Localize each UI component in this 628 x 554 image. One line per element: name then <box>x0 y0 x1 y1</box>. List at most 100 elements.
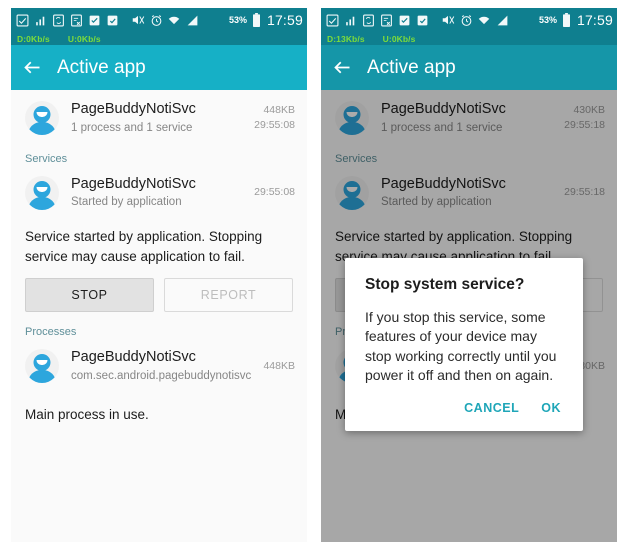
upload-speed-label: U:0Kb/s <box>67 33 101 44</box>
dialog-actions: CANCEL OK <box>365 385 563 425</box>
services-section-label: Services <box>335 152 378 165</box>
process-row-meta: 448KB <box>257 359 295 375</box>
service-row-meta: 29:55:18 <box>558 185 605 201</box>
checkbox-icon <box>15 13 29 27</box>
alarm-icon <box>459 13 473 27</box>
wifi-icon <box>167 13 181 27</box>
service-subtitle-label: Started by application <box>381 196 492 209</box>
service-row[interactable]: PageBuddyNotiSvc Started by application … <box>321 169 617 222</box>
net-speed-strip-right: D:13Kb/s U:0Kb/s <box>321 32 617 45</box>
app-summary-meta: 448KB 29:55:08 <box>248 103 295 135</box>
sync-disabled-icon <box>69 13 83 27</box>
sync-icon <box>51 13 65 27</box>
status-bar-icons-left <box>15 13 229 27</box>
clipboard-check-icon <box>87 13 101 27</box>
service-uptime-label: 29:55:18 <box>564 185 605 198</box>
battery-icon <box>560 13 574 27</box>
status-bar-clock: 17:59 <box>576 12 613 28</box>
service-name-label: PageBuddyNotiSvc <box>381 175 506 192</box>
app-summary-text: PageBuddyNotiSvc 1 process and 1 service <box>59 100 248 137</box>
service-subtitle-label: Started by application <box>71 196 182 209</box>
report-button[interactable]: REPORT <box>164 278 293 313</box>
process-note-text: Main process in use. <box>25 406 149 422</box>
app-avatar-icon <box>25 101 59 136</box>
download-speed-label: D:0Kb/s <box>17 33 50 44</box>
battery-icon <box>250 13 264 27</box>
app-summary-meta: 430KB 29:55:18 <box>558 103 605 135</box>
sync-icon <box>361 13 375 27</box>
clipboard-check-icon <box>397 13 411 27</box>
ok-button[interactable]: OK <box>541 401 561 415</box>
process-row-text: PageBuddyNotiSvc com.sec.android.pagebud… <box>59 348 257 385</box>
dialog-title: Stop system service? <box>365 276 525 293</box>
service-row[interactable]: PageBuddyNotiSvc Started by application … <box>11 169 307 222</box>
service-row-meta: 29:55:08 <box>248 185 295 201</box>
back-arrow-icon[interactable] <box>331 57 353 79</box>
cellular-signal-icon <box>185 13 199 27</box>
content-right: PageBuddyNotiSvc 1 process and 1 service… <box>321 90 617 542</box>
process-name-label: PageBuddyNotiSvc <box>71 349 196 366</box>
phone-panel-right: 53% 17:59 D:13Kb/s U:0Kb/s Active app Pa… <box>321 8 617 542</box>
app-subtitle-label: 1 process and 1 service <box>71 121 193 134</box>
app-uptime-label: 29:55:08 <box>254 119 295 132</box>
status-bar-right-right: 53% 17:59 <box>539 12 613 28</box>
cellular-signal-icon <box>495 13 509 27</box>
battery-percent-label: 53% <box>538 15 557 25</box>
status-bar-left: 53% 17:59 <box>11 8 307 32</box>
app-size-label: 430KB <box>573 103 605 116</box>
signal-bars-icon <box>33 13 47 27</box>
processes-section-label: Processes <box>25 326 77 339</box>
app-bar-right: Active app <box>321 45 617 90</box>
process-avatar-icon <box>25 349 59 384</box>
page-title: Active app <box>367 56 456 78</box>
service-avatar-icon <box>335 175 369 210</box>
checkbox-icon <box>325 13 339 27</box>
phone-panel-left: 53% 17:59 D:0Kb/s U:0Kb/s Active app Pag… <box>11 8 307 542</box>
app-bar-left: Active app <box>11 45 307 90</box>
app-summary-text: PageBuddyNotiSvc 1 process and 1 service <box>369 100 558 137</box>
app-avatar-icon <box>335 101 369 136</box>
screenshot-stage: 53% 17:59 D:0Kb/s U:0Kb/s Active app Pag… <box>0 0 628 554</box>
mute-icon <box>441 13 455 27</box>
service-avatar-icon <box>25 175 59 210</box>
net-speed-strip-left: D:0Kb/s U:0Kb/s <box>11 32 307 45</box>
status-bar-icons-right <box>325 13 539 27</box>
status-bar-clock: 17:59 <box>266 12 303 28</box>
stop-service-dialog: Stop system service? If you stop this se… <box>345 258 583 432</box>
services-section-label: Services <box>25 152 68 165</box>
clipboard-sync-icon <box>105 13 119 27</box>
service-row-text: PageBuddyNotiSvc Started by application <box>59 175 248 212</box>
app-uptime-label: 29:55:18 <box>564 119 605 132</box>
app-name-label: PageBuddyNotiSvc <box>71 101 196 117</box>
service-actions: STOP REPORT <box>11 268 307 316</box>
sync-disabled-icon <box>379 13 393 27</box>
back-arrow-icon[interactable] <box>21 57 43 79</box>
app-name-label: PageBuddyNotiSvc <box>381 101 506 117</box>
content-left: PageBuddyNotiSvc 1 process and 1 service… <box>11 90 307 542</box>
page-title: Active app <box>57 56 146 78</box>
process-package-label: com.sec.android.pagebuddynotisvc <box>71 370 252 382</box>
cancel-button[interactable]: CANCEL <box>464 401 519 415</box>
signal-bars-icon <box>343 13 357 27</box>
dialog-message: If you stop this service, some features … <box>365 309 557 383</box>
service-note-text: Service started by application. Stopping… <box>25 229 263 264</box>
upload-speed-label: U:0Kb/s <box>382 33 416 44</box>
status-bar-right-left: 53% 17:59 <box>229 12 303 28</box>
app-subtitle-label: 1 process and 1 service <box>381 121 503 134</box>
alarm-icon <box>149 13 163 27</box>
mute-icon <box>131 13 145 27</box>
service-name-label: PageBuddyNotiSvc <box>71 175 196 192</box>
stop-button[interactable]: STOP <box>25 278 154 313</box>
process-row[interactable]: PageBuddyNotiSvc com.sec.android.pagebud… <box>11 342 307 395</box>
process-size-label: 448KB <box>263 359 295 372</box>
service-row-text: PageBuddyNotiSvc Started by application <box>369 175 558 212</box>
download-speed-label: D:13Kb/s <box>327 33 365 44</box>
wifi-icon <box>477 13 491 27</box>
status-bar-right: 53% 17:59 <box>321 8 617 32</box>
app-size-label: 448KB <box>263 103 295 116</box>
clipboard-sync-icon <box>415 13 429 27</box>
service-uptime-label: 29:55:08 <box>254 185 295 198</box>
battery-percent-label: 53% <box>228 15 247 25</box>
app-summary-row[interactable]: PageBuddyNotiSvc 1 process and 1 service… <box>321 90 617 147</box>
app-summary-row[interactable]: PageBuddyNotiSvc 1 process and 1 service… <box>11 90 307 147</box>
